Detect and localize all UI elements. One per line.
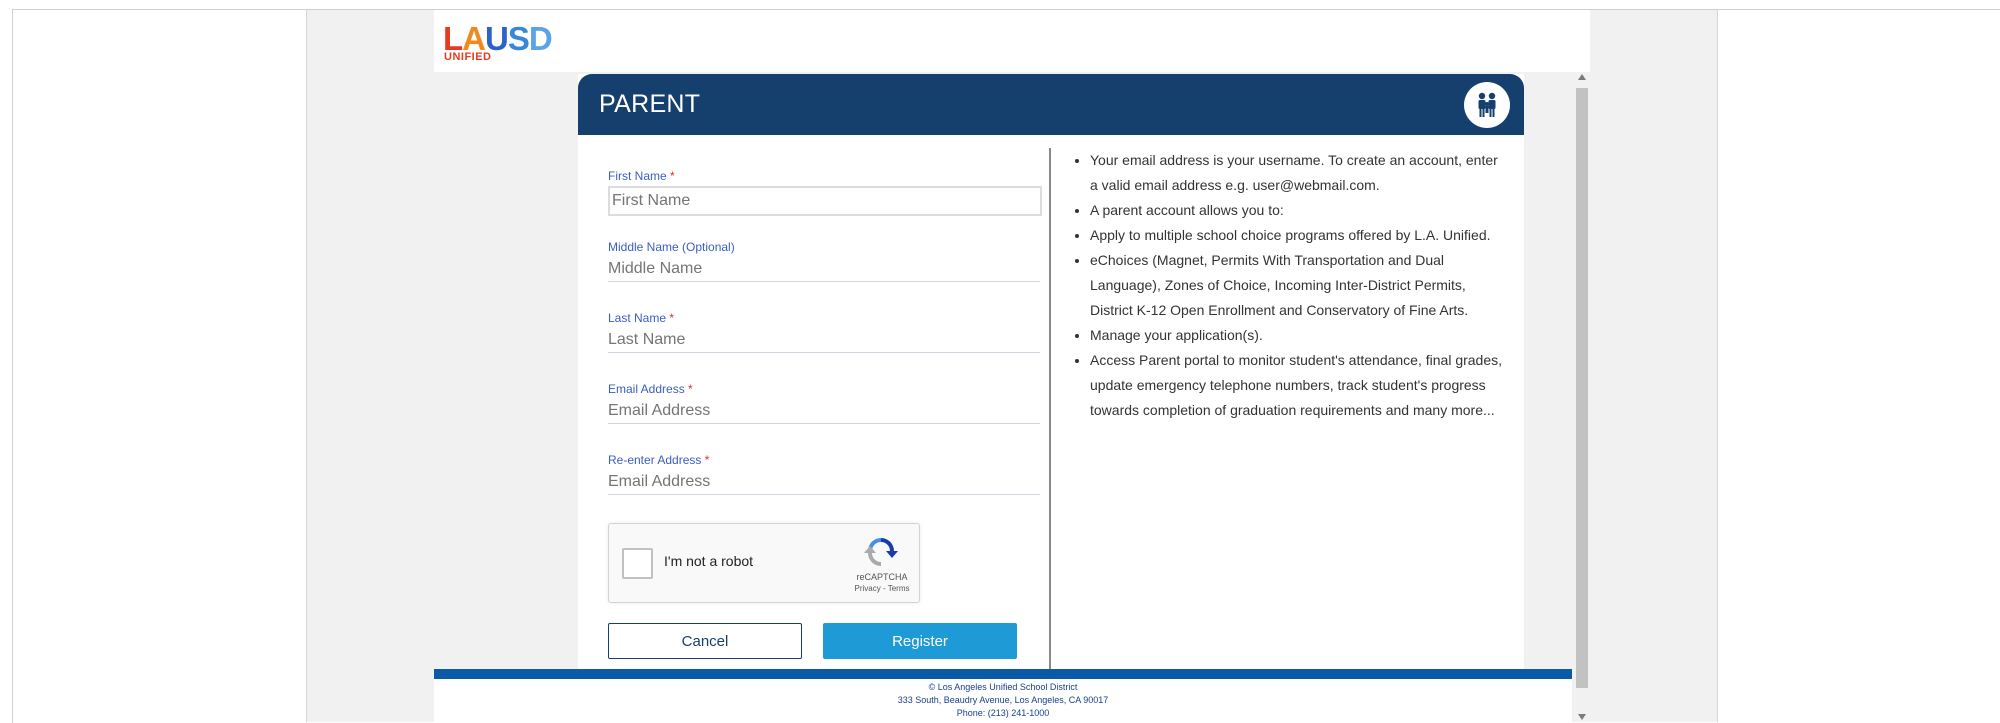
- recaptcha-brand: reCAPTCHA: [856, 572, 908, 582]
- logo-subtitle: UNIFIED: [444, 51, 492, 63]
- info-list: Your email address is your username. To …: [1068, 148, 1508, 423]
- first-name-label-text: First Name: [608, 169, 667, 183]
- footer-phone: Phone: (213) 241-1000: [956, 708, 1050, 718]
- last-name-label-text: Last Name: [608, 311, 667, 325]
- logo-letter: S: [507, 20, 530, 57]
- last-name-label: Last Name *: [608, 311, 1040, 325]
- info-panel: Your email address is your username. To …: [1068, 148, 1508, 423]
- reenter-email-field: Re-enter Address *: [608, 453, 1040, 495]
- required-mark: *: [669, 311, 675, 325]
- card-header: PARENT: [578, 74, 1524, 135]
- footer-bar: [434, 669, 1572, 679]
- email-input[interactable]: [608, 399, 1040, 424]
- required-mark: *: [688, 382, 693, 396]
- first-name-label: First Name *: [608, 169, 1040, 183]
- lausd-logo[interactable]: LAUSD UNIFIED: [443, 20, 573, 64]
- recaptcha-checkbox[interactable]: [622, 548, 653, 579]
- registration-card: PARENT First Name * Middle Name (Optiona…: [578, 74, 1524, 670]
- email-field: Email Address *: [608, 382, 1040, 424]
- reenter-email-label: Re-enter Address *: [608, 453, 1040, 467]
- reenter-email-label-text: Re-enter Address: [608, 453, 702, 467]
- family-icon: [1464, 82, 1510, 128]
- site-footer: © Los Angeles Unified School District 33…: [434, 679, 1572, 722]
- site-header: [434, 10, 1590, 72]
- info-item: Access Parent portal to monitor student'…: [1090, 348, 1508, 423]
- middle-name-input[interactable]: [608, 257, 1040, 282]
- middle-name-label: Middle Name (Optional): [608, 240, 735, 254]
- required-mark: *: [704, 453, 710, 467]
- page-scrollbar[interactable]: [1575, 72, 1589, 722]
- scroll-down-arrow-icon[interactable]: [1578, 714, 1586, 720]
- info-item: Apply to multiple school choice programs…: [1090, 223, 1508, 248]
- last-name-field: Last Name *: [608, 311, 1040, 353]
- first-name-input[interactable]: [608, 186, 1042, 216]
- info-item: eChoices (Magnet, Permits With Transport…: [1090, 248, 1508, 323]
- column-divider: [1049, 148, 1051, 670]
- info-item: A parent account allows you to:: [1090, 198, 1508, 223]
- required-mark: *: [670, 169, 675, 183]
- logo-letter: D: [528, 20, 553, 57]
- cancel-button[interactable]: Cancel: [608, 623, 802, 659]
- recaptcha-widget: I'm not a robot reCAPTCHA Privacy - Term…: [608, 523, 920, 603]
- footer-address: 333 South, Beaudry Avenue, Los Angeles, …: [897, 695, 1109, 705]
- info-item: Manage your application(s).: [1090, 323, 1508, 348]
- recaptcha-privacy-terms[interactable]: Privacy - Terms: [847, 584, 917, 593]
- scroll-thumb[interactable]: [1576, 88, 1588, 688]
- email-label: Email Address *: [608, 382, 1040, 396]
- first-name-field: First Name *: [608, 169, 1042, 216]
- recaptcha-icon: [861, 534, 901, 570]
- last-name-input[interactable]: [608, 328, 1040, 353]
- register-button[interactable]: Register: [823, 623, 1017, 659]
- scroll-up-arrow-icon[interactable]: [1578, 74, 1586, 80]
- card-title: PARENT: [599, 90, 701, 118]
- info-item: Your email address is your username. To …: [1090, 148, 1508, 198]
- recaptcha-label: I'm not a robot: [664, 553, 754, 569]
- footer-copyright: © Los Angeles Unified School District: [928, 682, 1078, 692]
- reenter-email-input[interactable]: [608, 470, 1040, 495]
- middle-name-field: Middle Name (Optional): [608, 240, 1040, 282]
- email-label-text: Email Address: [608, 382, 685, 396]
